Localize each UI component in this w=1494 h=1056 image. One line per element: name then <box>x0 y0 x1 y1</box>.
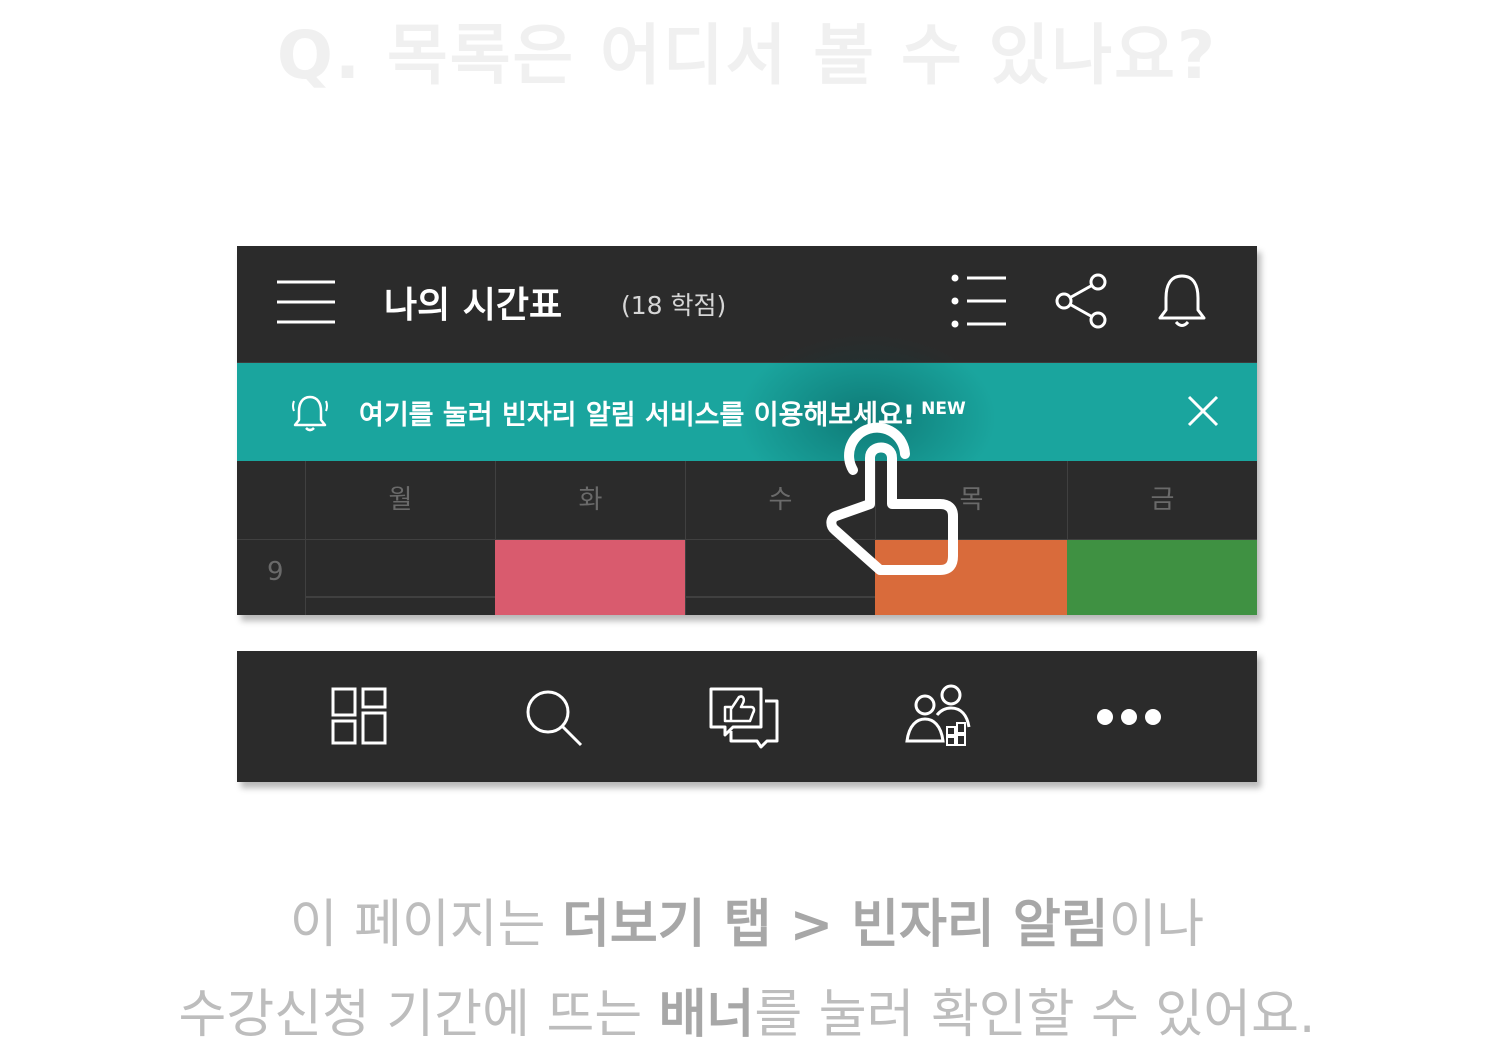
grid-line <box>305 540 306 615</box>
day-header-wed: 수 <box>685 461 875 539</box>
bell-icon <box>292 395 328 432</box>
more-icon[interactable] <box>1091 679 1167 755</box>
timetable-grid: 월 화 수 목 금 9 <box>237 461 1257 615</box>
credits-label: (18 학점) <box>621 291 727 320</box>
day-header-fri: 금 <box>1067 461 1257 539</box>
class-block-tue[interactable] <box>495 540 685 615</box>
vacancy-alert-banner[interactable]: 여기를 눌러 빈자리 알림 서비스를 이용해보세요! NEW <box>237 333 1257 503</box>
timetable-icon[interactable] <box>321 679 397 755</box>
banner-message: 여기를 눌러 빈자리 알림 서비스를 이용해보세요! NEW <box>359 393 966 432</box>
caption-line-1: 이 페이지는 더보기 탭 > 빈자리 알림이나 <box>0 882 1494 957</box>
bell-icon[interactable] <box>1153 272 1211 330</box>
community-icon[interactable] <box>705 679 781 755</box>
search-icon[interactable] <box>515 679 591 755</box>
grid-line <box>306 596 495 598</box>
app-screen: 나의 시간표 (18 학점) 여기를 눌러 빈자리 알림 서비스를 이용해보세요… <box>237 246 1257 615</box>
bottom-nav-bar <box>237 651 1257 782</box>
new-badge: NEW <box>921 399 966 419</box>
caption-text: 수강신청 기간에 뜨는 <box>178 985 659 1045</box>
time-label: 9 <box>267 557 284 587</box>
caption-highlight: 더보기 탭 > 빈자리 알림 <box>562 895 1109 955</box>
friends-icon[interactable] <box>901 679 977 755</box>
question-heading: Q. 목록은 어디서 볼 수 있나요? <box>276 17 1218 94</box>
day-header-tue: 화 <box>495 461 685 539</box>
page-title: 나의 시간표 <box>384 285 563 326</box>
grid-line <box>685 596 875 598</box>
caption-text: 이나 <box>1108 895 1205 955</box>
caption-text: 이 페이지는 <box>289 895 563 955</box>
day-header-mon: 월 <box>305 461 495 539</box>
day-header-thu: 목 <box>875 461 1067 539</box>
list-icon[interactable] <box>949 272 1007 330</box>
banner-text: 여기를 눌러 빈자리 알림 서비스를 이용해보세요! <box>359 400 916 431</box>
close-icon[interactable] <box>1183 391 1223 431</box>
caption-highlight: 배너 <box>658 985 755 1045</box>
class-block-fri[interactable] <box>1067 540 1257 615</box>
class-block-thu[interactable] <box>875 540 1067 615</box>
caption-text: 를 눌러 확인할 수 있어요. <box>754 985 1316 1045</box>
menu-icon[interactable] <box>275 278 337 326</box>
grid-line <box>685 540 686 615</box>
caption-line-2: 수강신청 기간에 뜨는 배너를 눌러 확인할 수 있어요. <box>0 972 1494 1047</box>
share-icon[interactable] <box>1052 272 1110 330</box>
